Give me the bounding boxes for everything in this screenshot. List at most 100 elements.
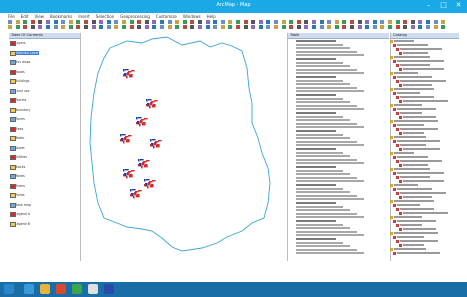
catalog-item[interactable] [399, 211, 448, 215]
toolbar-tool-icon[interactable] [334, 20, 339, 24]
catalog-item[interactable] [390, 135, 426, 139]
map-feature[interactable] [132, 189, 136, 191]
toolbar-tool-icon[interactable] [198, 20, 202, 24]
table-row[interactable] [296, 43, 343, 46]
table-row[interactable] [296, 166, 336, 168]
toolbar-tool-icon[interactable] [228, 25, 233, 29]
catalog-item[interactable] [399, 243, 424, 247]
map-feature[interactable] [138, 159, 140, 162]
toolbar-tool-icon[interactable] [84, 25, 88, 29]
toc-layer[interactable]: Roads [10, 69, 25, 75]
toolbar-tool-icon[interactable] [433, 20, 438, 24]
toolbar-tool-icon[interactable] [304, 25, 309, 29]
catalog-item[interactable] [396, 63, 430, 67]
table-row[interactable] [296, 130, 336, 132]
catalog-item[interactable] [390, 119, 438, 123]
catalog-item[interactable] [396, 175, 430, 179]
toolbar-tool-icon[interactable] [327, 20, 332, 24]
toolbar-tool-icon[interactable] [213, 25, 218, 29]
catalog-item[interactable] [393, 91, 420, 95]
folder-icon[interactable] [40, 284, 50, 294]
toolbar-tool-icon[interactable] [15, 25, 20, 29]
toolbar-tool-icon[interactable] [388, 25, 392, 29]
table-row[interactable] [296, 187, 343, 190]
catalog-item[interactable] [396, 111, 422, 115]
map-feature[interactable] [148, 99, 152, 101]
map-feature[interactable] [146, 99, 148, 102]
toolbar-tool-icon[interactable] [122, 25, 126, 29]
toolbar-tool-icon[interactable] [76, 20, 81, 24]
map-feature[interactable] [130, 189, 132, 192]
table-row[interactable] [296, 112, 336, 114]
close-icon[interactable]: ✕ [454, 1, 463, 10]
table-row[interactable] [296, 198, 364, 201]
toolbar-tool-icon[interactable] [190, 25, 195, 29]
toolbar-tool-icon[interactable] [372, 25, 377, 29]
table-row[interactable] [296, 220, 336, 222]
toolbar-tool-icon[interactable] [236, 25, 240, 29]
table-row[interactable] [296, 209, 350, 212]
map-feature[interactable] [154, 100, 158, 102]
toolbar-tool-icon[interactable] [319, 20, 324, 24]
catalog-item[interactable] [399, 179, 444, 183]
toc-layer[interactable]: Land use [10, 88, 29, 94]
toolbar-tool-icon[interactable] [357, 25, 362, 29]
toolbar-tool-icon[interactable] [167, 25, 172, 29]
map-feature[interactable] [150, 139, 152, 142]
map-feature[interactable] [127, 172, 130, 176]
toc-layer[interactable]: Wards [10, 174, 25, 179]
app-icon-2[interactable] [72, 284, 82, 294]
toolbar-tool-icon[interactable] [342, 20, 347, 24]
toolbar-tool-icon[interactable] [68, 25, 73, 29]
toolbar-tool-icon[interactable] [46, 20, 50, 24]
catalog-item[interactable] [399, 115, 436, 119]
toc-layer[interactable]: Rivers [10, 183, 25, 189]
toolbar-tool-icon[interactable] [137, 25, 142, 29]
map-canvas[interactable] [82, 33, 286, 261]
map-feature[interactable] [123, 174, 125, 177]
toolbar-tool-icon[interactable] [334, 25, 339, 29]
map-feature[interactable] [152, 139, 156, 141]
toolbar-tool-icon[interactable] [160, 20, 164, 24]
table-row[interactable] [296, 202, 336, 204]
toolbar-tool-icon[interactable] [357, 20, 362, 24]
map-feature[interactable] [125, 69, 129, 71]
catalog-item[interactable] [399, 227, 436, 231]
toolbar-tool-icon[interactable] [350, 25, 354, 29]
map-feature[interactable] [123, 74, 125, 77]
toc-layer[interactable]: Boundary [10, 107, 30, 113]
toolbar-tool-icon[interactable] [441, 25, 446, 29]
toolbar-tool-icon[interactable] [243, 20, 248, 24]
toolbar-tool-icon[interactable] [23, 20, 28, 24]
toolbar-tool-icon[interactable] [281, 25, 286, 29]
table-row[interactable] [296, 205, 343, 208]
toc-layer[interactable]: Legend A [10, 212, 30, 217]
catalog-item[interactable] [399, 147, 440, 151]
table-row[interactable] [296, 241, 343, 244]
toolbar-tool-icon[interactable] [274, 20, 278, 24]
toolbar-tool-icon[interactable] [106, 25, 111, 29]
toolbar-tool-icon[interactable] [365, 20, 370, 24]
catalog-item[interactable] [390, 167, 430, 171]
toolbar-tool-icon[interactable] [312, 20, 316, 24]
toc-layer[interactable]: Legend B [10, 221, 30, 227]
toolbar-tool-icon[interactable] [182, 25, 187, 29]
map-feature[interactable] [138, 164, 140, 167]
toolbar-tool-icon[interactable] [433, 25, 438, 29]
map-feature[interactable] [120, 139, 122, 142]
catalog-item[interactable] [393, 43, 428, 47]
map-feature[interactable] [123, 169, 125, 172]
catalog-item[interactable] [390, 199, 434, 203]
toolbar-tool-icon[interactable] [152, 20, 157, 24]
catalog-item[interactable] [393, 123, 424, 127]
toolbar-tool-icon[interactable] [296, 25, 301, 29]
toolbar-tool-icon[interactable] [410, 25, 415, 29]
toc-layer[interactable]: Trees [10, 126, 23, 132]
map-feature[interactable] [146, 179, 150, 181]
toolbar-tool-icon[interactable] [441, 20, 446, 24]
catalog-item[interactable] [390, 231, 438, 235]
toolbar-tool-icon[interactable] [274, 25, 278, 29]
toolbar-tool-icon[interactable] [350, 20, 354, 24]
toolbar-tool-icon[interactable] [220, 25, 225, 29]
toolbar-tool-icon[interactable] [289, 20, 294, 24]
